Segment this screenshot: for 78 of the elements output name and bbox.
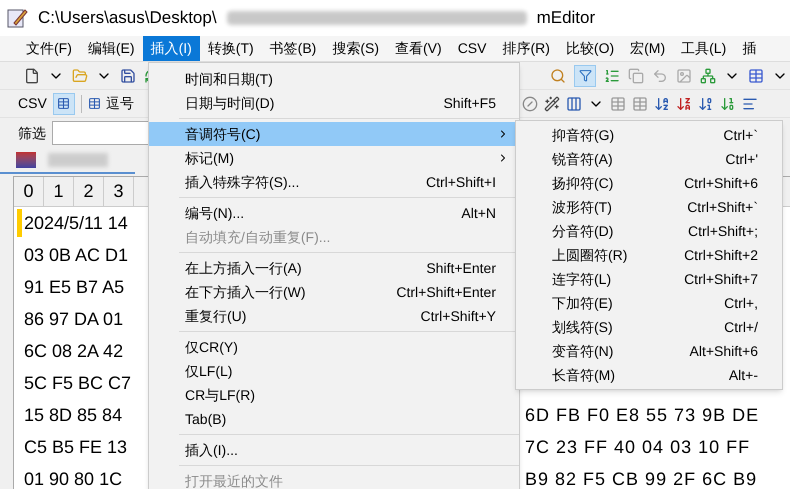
menu-bar-item[interactable]: 查看(V) xyxy=(387,36,450,61)
filter-icon xyxy=(578,69,592,82)
list-icon[interactable] xyxy=(604,68,620,84)
grid-row-text: B9 82 F5 CB 99 2F 6C B9 xyxy=(525,468,758,489)
wand-icon[interactable] xyxy=(544,96,560,112)
column-header[interactable]: 0 xyxy=(14,177,44,206)
grid-row-text: 5C F5 BC C7 xyxy=(23,372,132,394)
table-icon xyxy=(88,97,101,110)
grid-row-text: 03 0B AC D1 xyxy=(23,244,130,266)
column-header[interactable]: 3 xyxy=(104,177,134,206)
menu-item[interactable]: 插入(I)... xyxy=(149,438,519,462)
filter-label: 筛选 xyxy=(18,124,46,142)
sort-icon[interactable] xyxy=(654,96,670,112)
comma-button[interactable]: 逗号 xyxy=(88,93,134,114)
grid-row-text: C5 B5 FE 13 xyxy=(23,436,128,458)
align-icon[interactable] xyxy=(742,96,758,112)
menu-bar-item[interactable]: 书签(B) xyxy=(262,36,324,61)
save-icon[interactable] xyxy=(120,68,136,84)
grid-row-text: 6C 08 2A 42 xyxy=(23,340,124,362)
menu-item[interactable]: 长音符(M) Alt+- xyxy=(516,363,782,387)
menu-item[interactable]: 在下方插入一行(W) Ctrl+Shift+Enter xyxy=(149,280,519,304)
menu-item[interactable]: 重复行(U) Ctrl+Shift+Y xyxy=(149,304,519,328)
menu-item[interactable]: 插入特殊字符(S)... Ctrl+Shift+I xyxy=(149,170,519,194)
menu-bar-item[interactable]: 文件(F) xyxy=(18,36,80,61)
menu-item[interactable]: 抑音符(G) Ctrl+` xyxy=(516,123,782,147)
menu-item[interactable]: 仅LF(L) xyxy=(149,359,519,383)
menu-bar-item[interactable]: 宏(M) xyxy=(622,36,674,61)
sort-icon[interactable] xyxy=(720,96,736,112)
column-header[interactable]: 1 xyxy=(44,177,74,206)
grid-row-text: 7C 23 FF 40 04 03 10 FF xyxy=(525,436,750,458)
circle-slash-icon[interactable] xyxy=(522,96,538,112)
menu-item[interactable]: 标记(M) xyxy=(149,146,519,170)
menu-item[interactable]: 连字符(L) Ctrl+Shift+7 xyxy=(516,267,782,291)
csv-view-button[interactable] xyxy=(52,92,75,114)
menu-bar-item[interactable]: 排序(R) xyxy=(494,36,558,61)
tree-icon[interactable] xyxy=(700,68,716,84)
new-file-icon[interactable] xyxy=(24,68,40,84)
grid-row-text: 01 90 80 1C xyxy=(23,468,124,489)
columns-icon[interactable] xyxy=(566,96,582,112)
menu-item[interactable]: 上圆圈符(R) Ctrl+Shift+2 xyxy=(516,243,782,267)
menu-item[interactable]: 下加符(E) Ctrl+, xyxy=(516,291,782,315)
menu-item[interactable]: 日期与时间(D) Shift+F5 xyxy=(149,91,519,115)
menu-bar-item[interactable]: 工具(L) xyxy=(673,36,734,61)
search-icon[interactable] xyxy=(550,68,566,84)
menu-item[interactable]: Tab(B) xyxy=(149,407,519,431)
menu-item[interactable]: 时间和日期(T) xyxy=(149,67,519,91)
table-icon[interactable] xyxy=(748,68,764,84)
menu-item[interactable]: CR与LF(R) xyxy=(149,383,519,407)
notepad-pencil-icon xyxy=(6,7,28,29)
menu-item[interactable]: 锐音符(A) Ctrl+' xyxy=(516,147,782,171)
menu-bar-item[interactable]: 插 xyxy=(734,36,764,61)
grid-row-text: 91 E5 B7 A5 xyxy=(23,276,126,298)
menu-bar-item[interactable]: 转换(T) xyxy=(200,36,262,61)
menu-item[interactable]: 波形符(T) Ctrl+Shift+` xyxy=(516,195,782,219)
sort-icon[interactable] xyxy=(676,96,692,112)
menu-bar-item[interactable]: CSV xyxy=(450,36,494,61)
window-title: C:\Users\asus\Desktop\ xyxy=(38,7,217,30)
grid-row-text: 86 97 DA 01 xyxy=(23,308,124,330)
menu-item[interactable]: 仅CR(Y) xyxy=(149,335,519,359)
filter-button[interactable] xyxy=(574,64,596,86)
column-header[interactable]: 2 xyxy=(74,177,104,206)
menu-item[interactable]: 划线符(S) Ctrl+/ xyxy=(516,315,782,339)
menu-bar-item[interactable]: 插入(I) xyxy=(142,36,200,61)
menu-item[interactable]: 分音符(D) Ctrl+Shift+; xyxy=(516,219,782,243)
sort-icon[interactable] xyxy=(698,96,714,112)
menu-bar-item[interactable]: 搜索(S) xyxy=(324,36,388,61)
grid-row-text: 15 8D 85 84 xyxy=(23,404,124,426)
window-title: mEditor xyxy=(536,7,596,30)
menu-item[interactable]: 编号(N)... Alt+N xyxy=(149,201,519,225)
table-icon xyxy=(57,97,70,110)
grid-row-text: 2024/5/11 14 xyxy=(23,212,129,234)
menu-bar-item[interactable]: 比较(O) xyxy=(558,36,622,61)
csv-label: CSV xyxy=(18,94,47,113)
menu-bar-item[interactable]: 编辑(E) xyxy=(80,36,143,61)
grid-row-text: 6D FB F0 E8 55 73 9B DE xyxy=(525,404,760,426)
menu-item[interactable]: 扬抑符(C) Ctrl+Shift+6 xyxy=(516,171,782,195)
menu-item[interactable]: 变音符(N) Alt+Shift+6 xyxy=(516,339,782,363)
menu-item[interactable]: 在上方插入一行(A) Shift+Enter xyxy=(149,256,519,280)
